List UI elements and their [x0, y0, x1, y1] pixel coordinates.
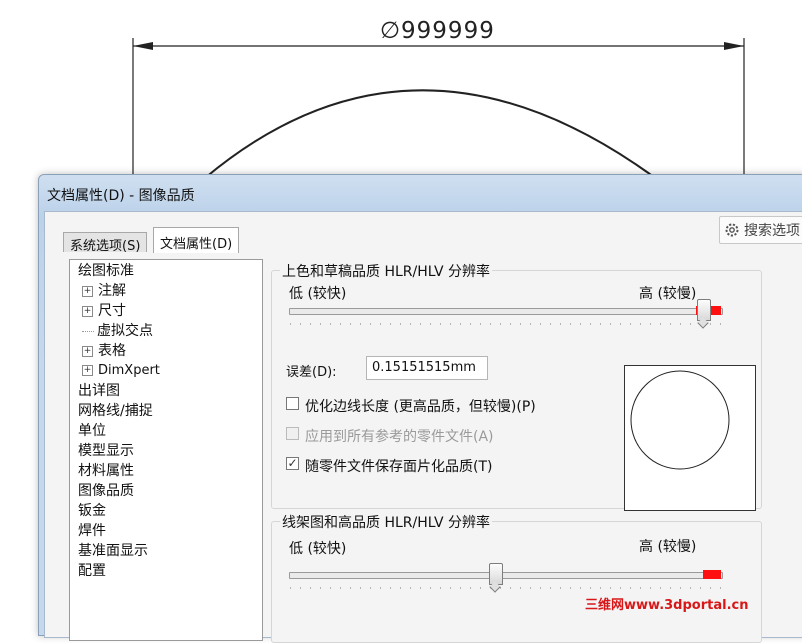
- preview-circle-icon: [630, 370, 730, 470]
- tree-item-label: 配置: [78, 563, 106, 579]
- tree-item-label: 焊件: [78, 523, 106, 539]
- tree-item-label: 绘图标准: [78, 263, 134, 279]
- tree-item-dimxpert[interactable]: + DimXpert: [82, 361, 160, 381]
- optimize-edge-label: 优化边线长度 (更高品质，但较慢)(P): [305, 399, 536, 415]
- tree-item-label: 尺寸: [98, 303, 126, 319]
- tree-item-label: 表格: [98, 343, 126, 359]
- tree-item-image-quality[interactable]: 图像品质: [78, 481, 134, 501]
- tree-item-label: 注解: [98, 283, 126, 299]
- tree-item-label: 单位: [78, 423, 106, 439]
- high-label: 高 (较慢): [639, 539, 697, 555]
- high-label: 高 (较慢): [639, 286, 697, 302]
- shaded-slider-ticks: [290, 323, 722, 325]
- tree-item-dimensions[interactable]: + 尺寸: [82, 301, 126, 321]
- tree-item-configurations[interactable]: 配置: [78, 561, 106, 581]
- low-label: 低 (较快): [289, 286, 347, 302]
- tab-label: 文档属性(D): [160, 237, 233, 252]
- tree-item-label: 钣金: [78, 503, 106, 519]
- expand-icon[interactable]: +: [82, 285, 93, 297]
- expand-icon[interactable]: +: [82, 365, 93, 376]
- shaded-quality-title: 上色和草稿品质 HLR/HLV 分辨率: [280, 261, 493, 281]
- tree-connector: [82, 330, 94, 332]
- dialog-body: 搜索选项 系统选项(S) 文档属性(D) 绘图标准 + 注解 + 尺寸 虚拟交点 +…: [44, 211, 802, 643]
- wireframe-slider-max-zone: [703, 570, 721, 579]
- tab-label: 系统选项(S): [70, 239, 141, 254]
- tree-item-label: 基准面显示: [78, 543, 148, 559]
- tree-item-label: 材料属性: [78, 463, 134, 479]
- low-label: 低 (较快): [289, 541, 347, 557]
- tree-item-model-display[interactable]: 模型显示: [78, 441, 134, 461]
- tree-item-label: 网格线/捕捉: [78, 403, 153, 419]
- shaded-slider-track[interactable]: [289, 308, 723, 315]
- tessellation-preview: [624, 365, 756, 511]
- search-options-button[interactable]: 搜索选项: [719, 216, 802, 244]
- watermark: 三维网www.3dportal.cn: [585, 598, 749, 613]
- tree-item-label: 出详图: [78, 383, 120, 399]
- tree-item-annotations[interactable]: + 注解: [82, 281, 126, 301]
- deviation-input[interactable]: 0.15151515mm: [366, 356, 488, 380]
- tree-item-units[interactable]: 单位: [78, 421, 106, 441]
- options-tree[interactable]: 绘图标准 + 注解 + 尺寸 虚拟交点 + 表格 + DimXpert 出详图 网格线/…: [69, 259, 263, 641]
- tree-item-virtual-sharps[interactable]: 虚拟交点: [82, 321, 153, 341]
- tree-item-sheet-metal[interactable]: 钣金: [78, 501, 106, 521]
- tab-document-properties[interactable]: 文档属性(D): [153, 227, 240, 253]
- shaded-slider-thumb[interactable]: [696, 299, 711, 321]
- tree-item-label: 模型显示: [78, 443, 134, 459]
- apply-all-parts-checkbox[interactable]: [286, 427, 299, 440]
- wireframe-slider-thumb[interactable]: [489, 563, 504, 585]
- dimension-text[interactable]: ∅999999: [380, 18, 495, 44]
- tree-item-weldments[interactable]: 焊件: [78, 521, 106, 541]
- save-tessellation-checkbox[interactable]: ✓: [286, 457, 299, 470]
- dimension-arrow-right: [724, 42, 744, 50]
- dimension-arrow-left: [133, 42, 153, 50]
- apply-all-parts-label: 应用到所有参考的零件文件(A): [305, 429, 494, 445]
- deviation-label: 误差(D):: [286, 365, 337, 380]
- wireframe-quality-title: 线架图和高品质 HLR/HLV 分辨率: [280, 512, 493, 532]
- wireframe-slider-ticks: [290, 587, 722, 589]
- expand-icon[interactable]: +: [82, 305, 93, 317]
- tab-system-options[interactable]: 系统选项(S): [63, 232, 148, 254]
- tree-item-drafting-standard[interactable]: 绘图标准: [78, 261, 134, 281]
- wireframe-slider-track[interactable]: [289, 572, 723, 579]
- optimize-edge-checkbox[interactable]: [286, 397, 299, 410]
- tree-item-grid-snap[interactable]: 网格线/捕捉: [78, 401, 153, 421]
- expand-icon[interactable]: +: [82, 345, 93, 357]
- wireframe-quality-group: 线架图和高品质 HLR/HLV 分辨率 低 (较快) 高 (较慢): [271, 512, 762, 643]
- tree-item-tables[interactable]: + 表格: [82, 341, 126, 361]
- search-options-label: 搜索选项: [744, 223, 800, 239]
- dialog-title: 文档属性(D) - 图像品质: [47, 188, 195, 204]
- tree-item-label: 虚拟交点: [97, 323, 153, 339]
- save-tessellation-label: 随零件文件保存面片化品质(T): [305, 459, 493, 475]
- tree-item-label: 图像品质: [78, 483, 134, 499]
- shaded-quality-group: 上色和草稿品质 HLR/HLV 分辨率 低 (较快) 高 (较慢) 误差(D):…: [271, 261, 762, 511]
- tree-item-detailing[interactable]: 出详图: [78, 381, 120, 401]
- tree-item-label: DimXpert: [98, 363, 160, 378]
- tree-item-plane-display[interactable]: 基准面显示: [78, 541, 148, 561]
- tree-item-material-properties[interactable]: 材料属性: [78, 461, 134, 481]
- gear-icon: [725, 223, 739, 237]
- document-properties-dialog: 文档属性(D) - 图像品质 搜索选项 系统选项(S) 文档属性(D) 绘图标准…: [38, 174, 802, 643]
